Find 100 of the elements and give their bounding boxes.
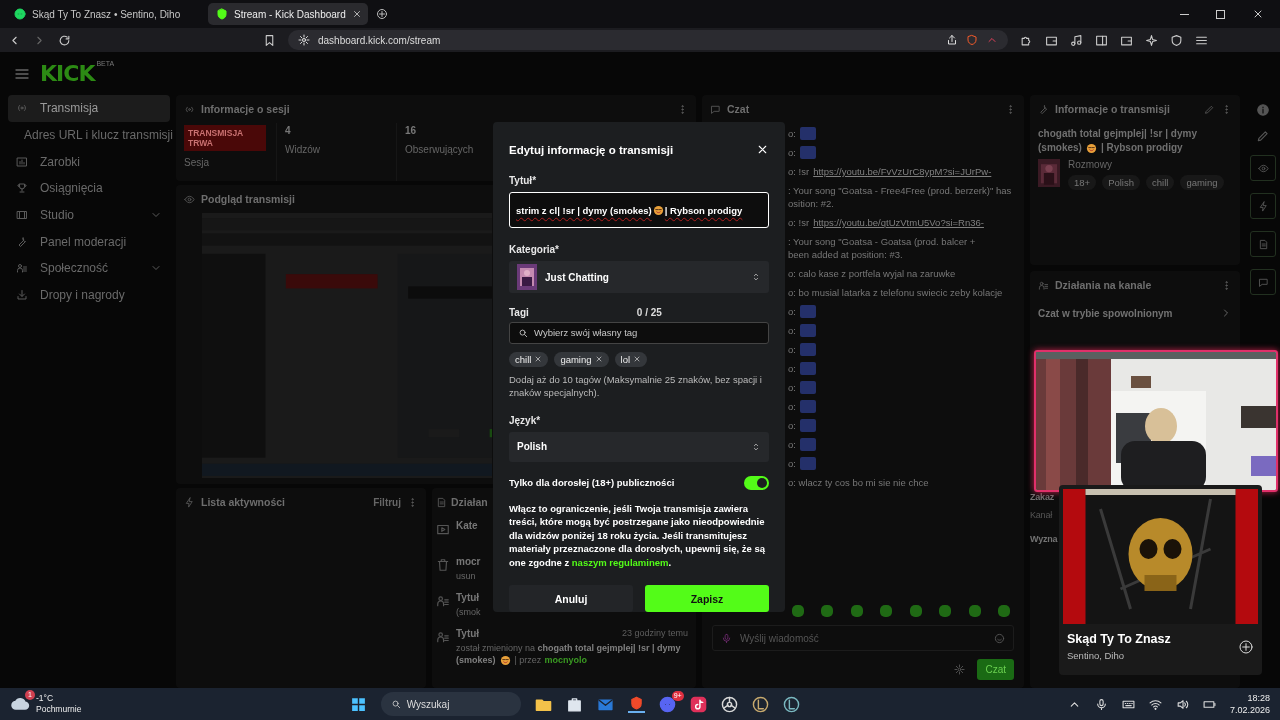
stream-title: chogath total gejmplej| !sr | dymy (1037, 127, 1198, 141)
sidebar-item[interactable]: Transmisja (8, 95, 170, 122)
tag-chip[interactable]: chill (1146, 175, 1175, 190)
tag-chip[interactable]: chill (509, 351, 549, 367)
sidebar-item[interactable]: Studio (8, 201, 170, 229)
taskbar-search[interactable]: Wyszukaj (380, 692, 521, 716)
music-note-icon[interactable] (689, 695, 707, 713)
sidebar-item[interactable]: Adres URL i klucz transmisji (8, 121, 170, 149)
artist-name[interactable]: Sentino, Diho (1067, 650, 1238, 661)
address-bar[interactable]: dashboard.kick.com/stream (288, 30, 1008, 50)
reload-icon[interactable] (58, 33, 71, 47)
store-icon[interactable] (565, 695, 583, 713)
sidebar-item[interactable]: Panel moderacji (8, 228, 170, 256)
download-icon (16, 289, 28, 302)
tag-chip[interactable]: Polish (1102, 175, 1140, 190)
eye-icon (1257, 162, 1269, 174)
tag-search-field[interactable]: Wybierz swój własny tag (509, 321, 769, 344)
save-button[interactable]: Zapisz (645, 585, 769, 612)
chat-message: o: !sr (788, 165, 810, 178)
logo[interactable]: KICK (40, 62, 95, 85)
wifi-icon[interactable] (1148, 697, 1162, 711)
message-field[interactable]: Wyślij wiadomość (712, 625, 1014, 651)
sidebar-item[interactable]: Zarobki (8, 148, 170, 176)
tag-chip[interactable]: 18+ (1068, 175, 1097, 190)
plus-icon[interactable] (376, 8, 388, 20)
play-icon (436, 522, 450, 536)
emote-icon[interactable] (968, 605, 981, 617)
sidebar-item[interactable]: Osiągnięcia (8, 175, 170, 202)
track-title[interactable]: Skąd Ty To Znasz (1067, 632, 1238, 646)
filter-button[interactable]: Filtruj (373, 496, 401, 508)
chat-message: o: (788, 438, 796, 451)
close-icon[interactable] (1252, 8, 1264, 20)
maximize-button[interactable] (1216, 8, 1228, 20)
chat-link[interactable]: https://youtu.be/qtUzVtmU5Vo?si=Rn36- (813, 216, 984, 229)
discord-icon[interactable] (658, 695, 676, 713)
emote-icon[interactable] (939, 605, 952, 617)
emote-icon[interactable] (821, 605, 834, 617)
sidebar-item[interactable]: Dropy i nagrody (8, 281, 170, 309)
add-icon[interactable] (1238, 638, 1254, 655)
setting-row[interactable]: Czat w trybie spowolnionym (1030, 299, 1240, 327)
chart-icon (16, 155, 28, 168)
title-field[interactable]: strim z cl| !sr | dymy (smokes) | Rybson prodigy (509, 192, 769, 229)
tag-chip[interactable]: gaming (554, 351, 609, 367)
chat-message: o: !sr (788, 216, 810, 229)
mic-icon[interactable] (1094, 697, 1108, 711)
browser-tab[interactable]: Skąd Ty To Znasz • Sentino, Diho (6, 3, 206, 25)
remove-icon[interactable] (534, 355, 543, 364)
chat-message: o: (788, 400, 796, 413)
document-icon (1257, 238, 1269, 250)
music-icon[interactable] (1070, 33, 1083, 47)
game-icon[interactable] (782, 695, 800, 713)
text-input[interactable]: Wybierz swój własny tag (534, 327, 760, 339)
wrench-icon (16, 235, 28, 248)
volume-icon[interactable] (1175, 697, 1189, 711)
language-select[interactable]: Polish (509, 431, 769, 462)
chat-icon (1257, 276, 1269, 288)
close-icon[interactable] (351, 9, 362, 19)
text-input[interactable]: Wyślij wiadomość (740, 632, 986, 644)
panel-title: Lista aktywności (201, 496, 286, 508)
chat-link[interactable]: https://youtu.be/FvVzUrC8ypM?si=JUrPw- (813, 165, 992, 178)
sidebar-icon[interactable] (1095, 33, 1108, 47)
people-icon (436, 594, 450, 608)
send-button[interactable]: Czat (977, 659, 1014, 680)
emote-icon[interactable] (880, 605, 893, 617)
chat-message: o: (788, 127, 796, 140)
sidebar-item[interactable]: Społeczność (8, 255, 170, 282)
remove-icon[interactable] (633, 355, 642, 364)
setting-row[interactable]: Zakaz (1030, 489, 1054, 505)
browser-tab[interactable]: Stream - Kick Dashboard (208, 3, 368, 25)
emote-icon[interactable] (997, 605, 1010, 617)
stream-title: (smokes) (1038, 141, 1082, 155)
setting-row[interactable]: Wyzna (1030, 531, 1058, 547)
clock-time[interactable]: 18:28 (1229, 692, 1270, 704)
weather-label: Pochmurnie (36, 704, 82, 715)
clock-date[interactable]: 7.02.2026 (1229, 704, 1270, 716)
emote-icon[interactable] (850, 605, 863, 617)
site-settings-icon[interactable] (298, 34, 310, 46)
tag-chip[interactable]: gaming (1180, 175, 1224, 190)
emote-icon[interactable] (909, 605, 922, 617)
bookmark-icon[interactable] (263, 33, 276, 47)
game-icon[interactable] (751, 695, 769, 713)
shield-icon[interactable] (1170, 33, 1183, 47)
start-icon[interactable] (349, 695, 367, 713)
toggle-switch[interactable] (744, 475, 769, 490)
chat-message: : Your song "Goatsa - Goatsa (prod. balcer + (788, 235, 977, 248)
cancel-button[interactable]: Anuluj (509, 585, 633, 612)
share-icon[interactable] (946, 34, 958, 46)
search-icon (518, 327, 528, 338)
info-icon[interactable] (1256, 103, 1270, 117)
tag-chip[interactable]: lol (614, 351, 648, 367)
chat-message: o: wlacz ty cos bo mi sie nie chce (788, 476, 930, 489)
emote-icon (799, 419, 816, 432)
remove-icon[interactable] (594, 355, 603, 364)
emote-icon[interactable] (792, 605, 804, 617)
sort-icon (751, 272, 761, 283)
stat-label: Widzów (285, 144, 320, 155)
category-name[interactable]: Rozmowy (1068, 159, 1224, 170)
sparkle-icon[interactable] (1145, 33, 1158, 47)
username-link[interactable]: mocnyolo (544, 654, 587, 666)
category-select[interactable]: Just Chatting (509, 261, 769, 293)
